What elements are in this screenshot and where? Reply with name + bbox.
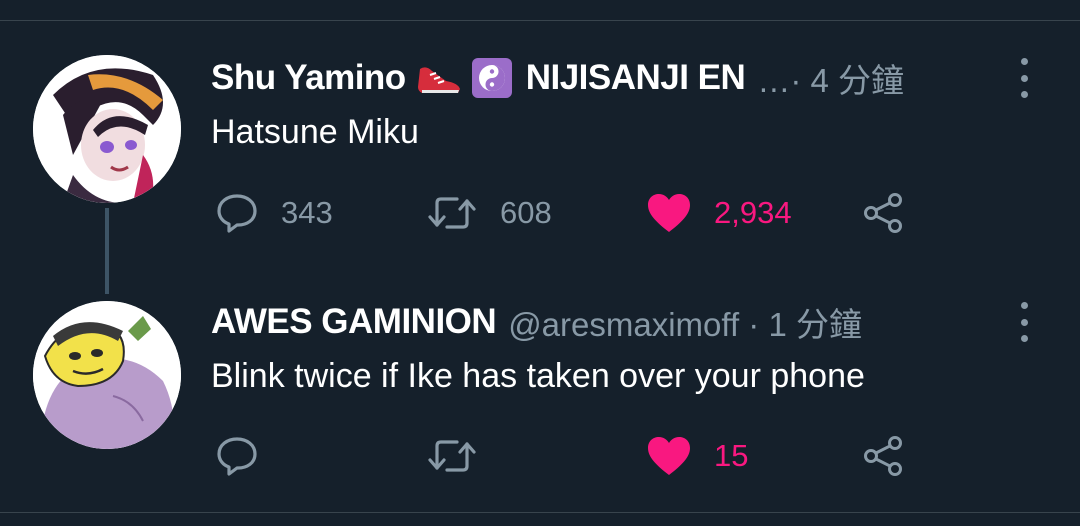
reply-icon <box>217 194 257 233</box>
top-divider <box>0 20 1080 21</box>
reply-button[interactable]: 343 <box>215 185 333 241</box>
retweet-count: 608 <box>500 195 552 230</box>
display-name[interactable]: Shu Yamino <box>211 58 406 98</box>
retweet-button[interactable] <box>426 428 500 484</box>
avatar-awes-gaminion-image <box>33 301 181 449</box>
heart-icon <box>648 437 690 475</box>
thread-connector-line <box>105 208 109 294</box>
tweet-actions: 343 608 2,934 <box>211 185 971 241</box>
tweet-meta: @aresmaximoff · 1 分鐘 <box>508 306 862 343</box>
tweet-header: AWES GAMINION @aresmaximoff · 1 分鐘 <box>211 297 862 347</box>
share-icon <box>864 436 902 476</box>
retweet-icon <box>428 197 476 229</box>
tweet-text: Hatsune Miku <box>211 113 419 151</box>
avatar[interactable] <box>33 301 181 449</box>
more-options-icon[interactable] <box>1016 302 1032 342</box>
tweet-header: Shu Yamino NIJISANJI EN …· 4 分鐘 <box>211 53 904 103</box>
heart-icon <box>648 194 690 232</box>
yin-yang-icon <box>471 58 512 98</box>
like-button[interactable]: 2,934 <box>646 185 792 241</box>
tweet-actions: 15 <box>211 428 971 484</box>
display-name-suffix[interactable]: NIJISANJI EN <box>526 58 746 98</box>
share-icon <box>864 193 902 233</box>
avatar-shu-yamino-image <box>33 55 181 203</box>
running-shoe-icon <box>416 61 462 95</box>
share-button[interactable] <box>861 185 907 241</box>
display-name[interactable]: AWES GAMINION <box>211 302 497 342</box>
like-button[interactable]: 15 <box>646 428 748 484</box>
reply-count: 343 <box>281 195 333 230</box>
like-count: 15 <box>714 438 749 473</box>
tweet-text: Blink twice if Ike has taken over your p… <box>211 357 865 395</box>
avatar[interactable] <box>33 55 181 203</box>
reply-icon <box>217 437 257 476</box>
bottom-divider <box>0 512 1080 513</box>
more-options-icon[interactable] <box>1016 58 1032 98</box>
share-button[interactable] <box>861 428 907 484</box>
retweet-icon <box>428 440 476 472</box>
like-count: 2,934 <box>714 195 792 230</box>
reply-button[interactable] <box>215 428 281 484</box>
tweet-meta: …· 4 分鐘 <box>757 62 904 99</box>
retweet-button[interactable]: 608 <box>426 185 552 241</box>
